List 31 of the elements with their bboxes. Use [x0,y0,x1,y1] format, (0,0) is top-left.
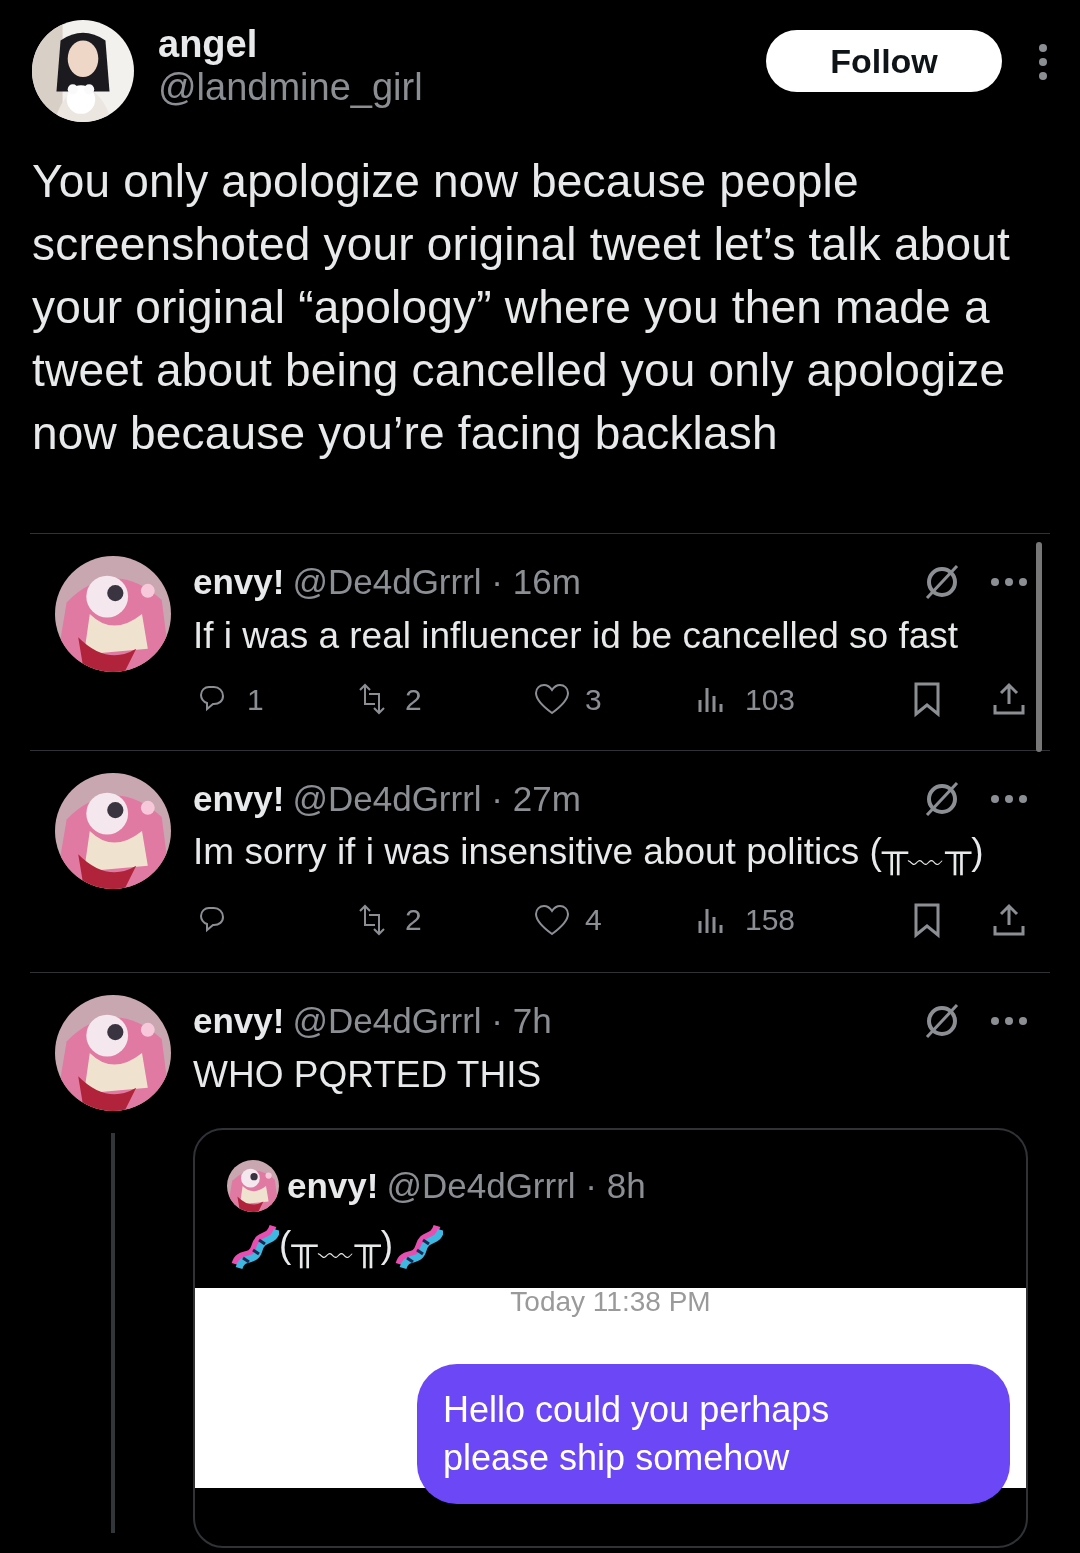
count: 2 [405,902,422,938]
reply-text: If i was a real influencer id be cancelled so fast [193,613,960,658]
handle-time: @De4dGrrrl · 16m [292,561,581,603]
follow-button[interactable]: Follow [766,30,1002,92]
handle-time: @De4dGrrrl · 7h [292,1000,552,1042]
author-name: envy! [287,1164,379,1207]
post-text: You only apologize now because people screenshoted your original tweet let’s talk about your original “apology” where you then made a tweet about being cancelled you only apologize now because you’re facing backlash [31,154,1012,461]
message-bubble: Hello could you perhaps please ship somehow [417,1364,1010,1504]
author-handle: @landmine_girl [158,65,423,110]
more-icon[interactable] [1036,42,1050,82]
scrollbar[interactable] [1036,542,1042,752]
handle-time: @De4dGrrrl · 8h [386,1164,646,1207]
author-name: angel [158,24,259,66]
author-name: envy! [193,561,285,603]
author-name: envy! [193,1000,285,1042]
more-icon[interactable] [990,1016,1028,1027]
message-time: Today 11:38 PM [509,1288,712,1316]
count: 2 [405,681,422,718]
more-icon[interactable] [990,577,1028,588]
author-name: envy! [193,777,285,820]
reply-text: Im sorry if i was insensitive about politics (╥﹏╥) [193,825,1030,879]
more-icon[interactable] [990,793,1028,804]
quoted-post[interactable]: envy! @De4dGrrrl · 8h (╥﹏╥) Today 11:38 PM Hello could you perhaps please ship somehow [193,1127,1028,1548]
count: 3 [585,681,602,718]
quote-text: (╥﹏╥) [279,1218,394,1272]
count: 158 [745,902,796,938]
count: 103 [745,681,796,718]
count: 1 [247,681,264,718]
handle-time: @De4dGrrrl · 27m [292,777,581,820]
reply-text: WHO PQRTED THIS [193,1052,543,1097]
count: 4 [585,902,602,938]
